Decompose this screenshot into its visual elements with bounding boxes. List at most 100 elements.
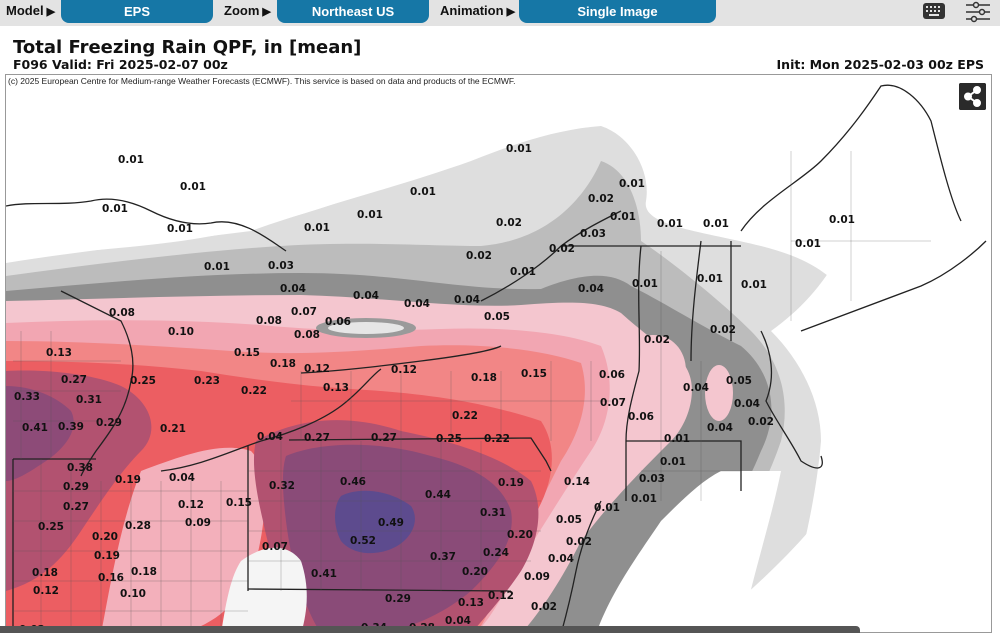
- value-label: 0.01: [610, 211, 636, 223]
- value-label: 0.01: [657, 218, 683, 230]
- value-label: 0.04: [548, 553, 574, 565]
- sliders-icon[interactable]: [965, 1, 991, 23]
- value-label: 0.19: [94, 550, 120, 562]
- play-arrow-icon: ▶: [506, 6, 516, 18]
- value-label: 0.15: [226, 497, 252, 509]
- value-label: 0.10: [168, 326, 194, 338]
- value-label: 0.02: [466, 250, 492, 262]
- value-label: 0.04: [683, 382, 709, 394]
- value-label: 0.25: [130, 375, 156, 387]
- keyboard-icon[interactable]: [923, 3, 945, 19]
- value-label: 0.02: [644, 334, 670, 346]
- value-label: 0.01: [167, 223, 193, 235]
- value-label: 0.19: [115, 474, 141, 486]
- value-label: 0.06: [628, 411, 654, 423]
- init-time: Init: Mon 2025-02-03 00z EPS: [776, 57, 984, 72]
- value-label: 0.23: [194, 375, 220, 387]
- value-label: 0.09: [185, 517, 211, 529]
- value-label: 0.05: [556, 514, 582, 526]
- value-label: 0.04: [707, 422, 733, 434]
- value-label: 0.01: [304, 222, 330, 234]
- toolbar: Model ▶ EPS Zoom ▶ Northeast US Animation ▶…: [0, 0, 1000, 26]
- value-label: 0.01: [795, 238, 821, 250]
- value-label: 0.02: [549, 243, 575, 255]
- value-label: 0.20: [462, 566, 488, 578]
- value-label: 0.01: [410, 186, 436, 198]
- value-label: 0.39: [58, 421, 84, 433]
- map-title: Total Freezing Rain QPF, in [mean]: [13, 37, 362, 58]
- value-label: 0.01: [510, 266, 536, 278]
- value-label: 0.08: [256, 315, 282, 327]
- value-label: 0.09: [524, 571, 550, 583]
- value-label: 0.01: [741, 279, 767, 291]
- value-label: 0.22: [452, 410, 478, 422]
- value-label: 0.03: [580, 228, 606, 240]
- value-label: 0.12: [178, 499, 204, 511]
- value-label: 0.28: [125, 520, 151, 532]
- value-label: 0.02: [496, 217, 522, 229]
- value-label: 0.01: [357, 209, 383, 221]
- value-label: 0.27: [63, 501, 89, 513]
- zoom-select-button[interactable]: Northeast US: [277, 0, 429, 23]
- value-label: 0.46: [340, 476, 366, 488]
- value-label: 0.29: [96, 417, 122, 429]
- animation-label: Animation ▶: [440, 3, 516, 18]
- map-panel: (c) 2025 European Centre for Medium-rang…: [5, 74, 992, 633]
- value-label: 0.52: [350, 535, 376, 547]
- value-label: 0.01: [102, 203, 128, 215]
- value-label: 0.04: [169, 472, 195, 484]
- value-label: 0.18: [131, 566, 157, 578]
- value-label: 0.12: [33, 585, 59, 597]
- value-label: 0.07: [600, 397, 626, 409]
- model-label: Model ▶: [6, 3, 56, 18]
- value-label: 0.04: [578, 283, 604, 295]
- value-label: 0.13: [458, 597, 484, 609]
- value-label: 0.04: [353, 290, 379, 302]
- value-label: 0.24: [483, 547, 509, 559]
- value-label: 0.04: [734, 398, 760, 410]
- value-label: 0.10: [120, 588, 146, 600]
- value-label: 0.02: [531, 601, 557, 613]
- value-label: 0.12: [391, 364, 417, 376]
- value-label: 0.14: [564, 476, 590, 488]
- value-label: 0.02: [710, 324, 736, 336]
- model-select-button[interactable]: EPS: [61, 0, 213, 23]
- value-label: 0.29: [385, 593, 411, 605]
- value-label: 0.31: [480, 507, 506, 519]
- value-label: 0.02: [748, 416, 774, 428]
- value-label: 0.20: [92, 531, 118, 543]
- value-label: 0.03: [639, 473, 665, 485]
- value-label: 0.04: [257, 431, 283, 443]
- value-label: 0.41: [22, 422, 48, 434]
- value-label: 0.13: [46, 347, 72, 359]
- value-label: 0.12: [488, 590, 514, 602]
- value-label: 0.06: [599, 369, 625, 381]
- value-label: 0.27: [61, 374, 87, 386]
- value-label: 0.05: [484, 311, 510, 323]
- value-label: 0.21: [160, 423, 186, 435]
- value-label: 0.06: [325, 316, 351, 328]
- value-label: 0.01: [506, 143, 532, 155]
- bottom-scrollbar[interactable]: [0, 626, 860, 633]
- value-label: 0.31: [76, 394, 102, 406]
- value-label: 0.41: [311, 568, 337, 580]
- value-label: 0.18: [471, 372, 497, 384]
- value-label: 0.15: [234, 347, 260, 359]
- play-arrow-icon: ▶: [262, 6, 271, 18]
- value-label: 0.27: [304, 432, 330, 444]
- copyright-notice: (c) 2025 European Centre for Medium-rang…: [8, 76, 516, 86]
- value-label: 0.08: [294, 329, 320, 341]
- value-label: 0.01: [594, 502, 620, 514]
- value-label: 0.04: [404, 298, 430, 310]
- animation-select-button[interactable]: Single Image: [519, 0, 716, 23]
- value-label: 0.12: [304, 363, 330, 375]
- share-icon[interactable]: [959, 83, 986, 110]
- value-label: 0.07: [291, 306, 317, 318]
- freezing-rain-map: 0.01 0.01 0.01 0.01 0.01 0.01 0.01 0.01 0.01 0.02…: [6, 75, 991, 632]
- value-label: 0.13: [323, 382, 349, 394]
- value-label: 0.16: [98, 572, 124, 584]
- value-label: 0.38: [67, 462, 93, 474]
- value-label: 0.44: [425, 489, 451, 501]
- value-label: 0.37: [430, 551, 456, 563]
- value-label: 0.27: [371, 432, 397, 444]
